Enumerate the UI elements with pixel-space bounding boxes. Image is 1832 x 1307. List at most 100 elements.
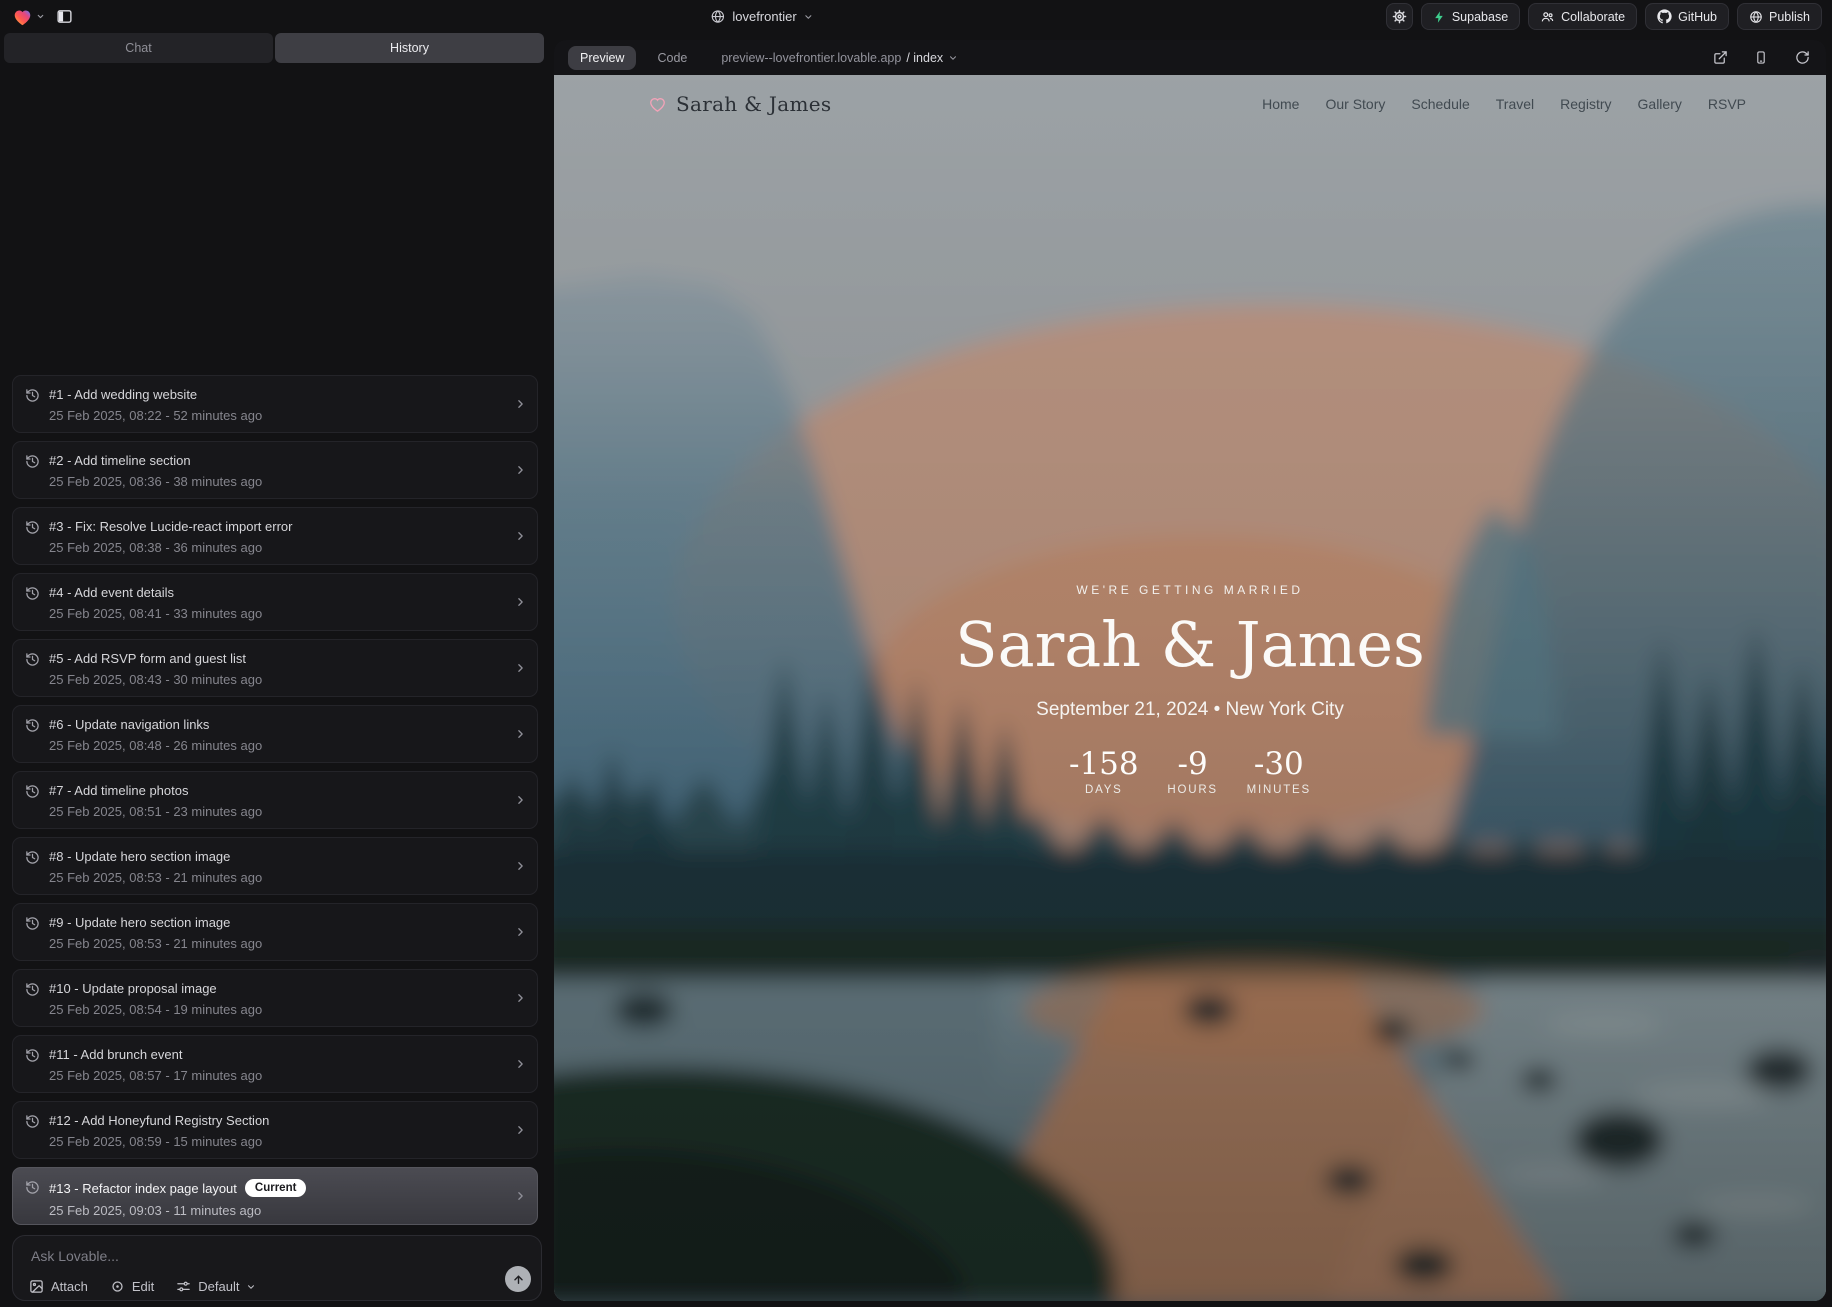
site-nav-link[interactable]: Schedule <box>1411 96 1469 112</box>
topbar: lovefrontier Supabase Collab <box>0 0 1832 33</box>
site-nav-link[interactable]: Gallery <box>1638 96 1682 112</box>
project-name: lovefrontier <box>732 9 796 24</box>
history-item-timestamp: 25 Feb 2025, 08:57 - 17 minutes ago <box>49 1068 262 1083</box>
publish-button[interactable]: Publish <box>1737 3 1822 30</box>
countdown-value: -30 <box>1247 749 1311 780</box>
refresh-button[interactable] <box>1792 48 1812 68</box>
history-item[interactable]: #11 - Add brunch event 25 Feb 2025, 08:5… <box>12 1035 538 1093</box>
history-item-title: #9 - Update hero section image <box>49 915 230 930</box>
history-item[interactable]: #1 - Add wedding website 25 Feb 2025, 08… <box>12 375 538 433</box>
preview-url-selector[interactable]: preview--lovefrontier.lovable.app / inde… <box>715 50 964 66</box>
countdown-value: -158 <box>1069 749 1139 780</box>
history-item[interactable]: #8 - Update hero section image 25 Feb 20… <box>12 837 538 895</box>
users-icon <box>1540 10 1555 24</box>
history-item[interactable]: #5 - Add RSVP form and guest list 25 Feb… <box>12 639 538 697</box>
countdown-label: MINUTES <box>1247 784 1311 796</box>
history-item-title: #7 - Add timeline photos <box>49 783 188 798</box>
tab-chat[interactable]: Chat <box>4 33 273 63</box>
mobile-view-button[interactable] <box>1751 48 1771 68</box>
history-clock-icon <box>25 1114 40 1129</box>
site-nav-link[interactable]: RSVP <box>1708 96 1746 112</box>
history-item-timestamp: 25 Feb 2025, 08:59 - 15 minutes ago <box>49 1134 269 1149</box>
prompt-input[interactable] <box>29 1246 373 1270</box>
history-clock-icon <box>25 652 40 667</box>
settings-button[interactable] <box>1386 3 1413 30</box>
site-nav-link[interactable]: Our Story <box>1325 96 1385 112</box>
mode-selector-button[interactable]: Default <box>176 1279 256 1294</box>
history-item-title: #12 - Add Honeyfund Registry Section <box>49 1113 269 1128</box>
collaborate-button[interactable]: Collaborate <box>1528 3 1637 30</box>
history-item-title: #5 - Add RSVP form and guest list <box>49 651 246 666</box>
lovable-logo-menu[interactable] <box>10 5 47 28</box>
history-item-title: #6 - Update navigation links <box>49 717 209 732</box>
open-in-new-tab-button[interactable] <box>1710 48 1730 68</box>
attach-button[interactable]: Attach <box>29 1279 88 1294</box>
history-item[interactable]: #3 - Fix: Resolve Lucide-react import er… <box>12 507 538 565</box>
github-button[interactable]: GitHub <box>1645 3 1729 30</box>
history-clock-icon <box>25 784 40 799</box>
panel-left-icon <box>56 8 73 25</box>
history-item-title: #11 - Add brunch event <box>49 1047 182 1062</box>
edit-mode-button[interactable]: Edit <box>110 1279 154 1294</box>
preview-url-domain: preview--lovefrontier.lovable.app <box>721 51 901 65</box>
gear-icon <box>1392 9 1407 24</box>
site-nav-link[interactable]: Home <box>1262 96 1299 112</box>
history-list: #1 - Add wedding website 25 Feb 2025, 08… <box>12 375 538 1225</box>
tab-history[interactable]: History <box>275 33 544 63</box>
chevron-right-icon <box>514 926 527 939</box>
project-selector[interactable]: lovefrontier <box>704 0 819 33</box>
chevron-down-icon <box>804 12 814 22</box>
hero-title: Sarah & James <box>554 612 1826 678</box>
hero-date-location: September 21, 2024 • New York City <box>554 699 1826 721</box>
chevron-right-icon <box>514 662 527 675</box>
countdown-item: -158 DAYS <box>1069 749 1139 796</box>
history-item-title: #3 - Fix: Resolve Lucide-react import er… <box>49 519 292 534</box>
history-item[interactable]: #10 - Update proposal image 25 Feb 2025,… <box>12 969 538 1027</box>
chevron-right-icon <box>514 1124 527 1137</box>
chevron-right-icon <box>514 728 527 741</box>
history-item-timestamp: 25 Feb 2025, 08:43 - 30 minutes ago <box>49 672 262 687</box>
history-item[interactable]: #2 - Add timeline section 25 Feb 2025, 0… <box>12 441 538 499</box>
chevron-right-icon <box>514 530 527 543</box>
history-item[interactable]: #6 - Update navigation links 25 Feb 2025… <box>12 705 538 763</box>
sidebar-toggle-button[interactable] <box>51 4 77 30</box>
history-item-timestamp: 25 Feb 2025, 08:53 - 21 minutes ago <box>49 870 262 885</box>
history-item-timestamp: 25 Feb 2025, 09:03 - 11 minutes ago <box>49 1203 306 1218</box>
countdown-label: DAYS <box>1069 784 1139 796</box>
supabase-button[interactable]: Supabase <box>1421 3 1520 30</box>
site-preview: Sarah & James Home Our Story Schedule Trave… <box>554 75 1826 1301</box>
history-item-timestamp: 25 Feb 2025, 08:53 - 21 minutes ago <box>49 936 262 951</box>
site-logo[interactable]: Sarah & James <box>648 92 831 116</box>
smartphone-icon <box>1754 50 1768 65</box>
tab-preview[interactable]: Preview <box>568 46 636 70</box>
chevron-right-icon <box>514 794 527 807</box>
history-clock-icon <box>25 982 40 997</box>
history-item-timestamp: 25 Feb 2025, 08:51 - 23 minutes ago <box>49 804 262 819</box>
edit-select-icon <box>110 1279 125 1294</box>
history-item-title: #2 - Add timeline section <box>49 453 191 468</box>
chevron-right-icon <box>514 398 527 411</box>
countdown-item: -9 HOURS <box>1167 749 1219 796</box>
send-button[interactable] <box>505 1266 531 1292</box>
history-item[interactable]: #4 - Add event details 25 Feb 2025, 08:4… <box>12 573 538 631</box>
refresh-icon <box>1795 50 1810 65</box>
sidebar-tabs: Chat History <box>4 33 544 63</box>
preview-toolbar: Preview Code preview--lovefrontier.lovab… <box>554 40 1826 75</box>
history-item-title: #4 - Add event details <box>49 585 174 600</box>
chevron-right-icon <box>514 992 527 1005</box>
tab-code[interactable]: Code <box>651 50 693 66</box>
chevron-right-icon <box>514 860 527 873</box>
history-item[interactable]: #9 - Update hero section image 25 Feb 20… <box>12 903 538 961</box>
site-nav-link[interactable]: Travel <box>1496 96 1534 112</box>
hero-section: WE'RE GETTING MARRIED Sarah & James Sept… <box>554 583 1826 796</box>
chevron-down-icon <box>948 53 958 63</box>
history-item[interactable]: #12 - Add Honeyfund Registry Section 25 … <box>12 1101 538 1159</box>
site-nav-link[interactable]: Registry <box>1560 96 1611 112</box>
sliders-icon <box>176 1279 191 1294</box>
history-item[interactable]: #7 - Add timeline photos 25 Feb 2025, 08… <box>12 771 538 829</box>
history-item-timestamp: 25 Feb 2025, 08:38 - 36 minutes ago <box>49 540 292 555</box>
history-item[interactable]: #13 - Refactor index page layout Current… <box>12 1167 538 1225</box>
github-icon <box>1657 9 1672 24</box>
history-clock-icon <box>25 1048 40 1063</box>
supabase-icon <box>1433 10 1446 24</box>
